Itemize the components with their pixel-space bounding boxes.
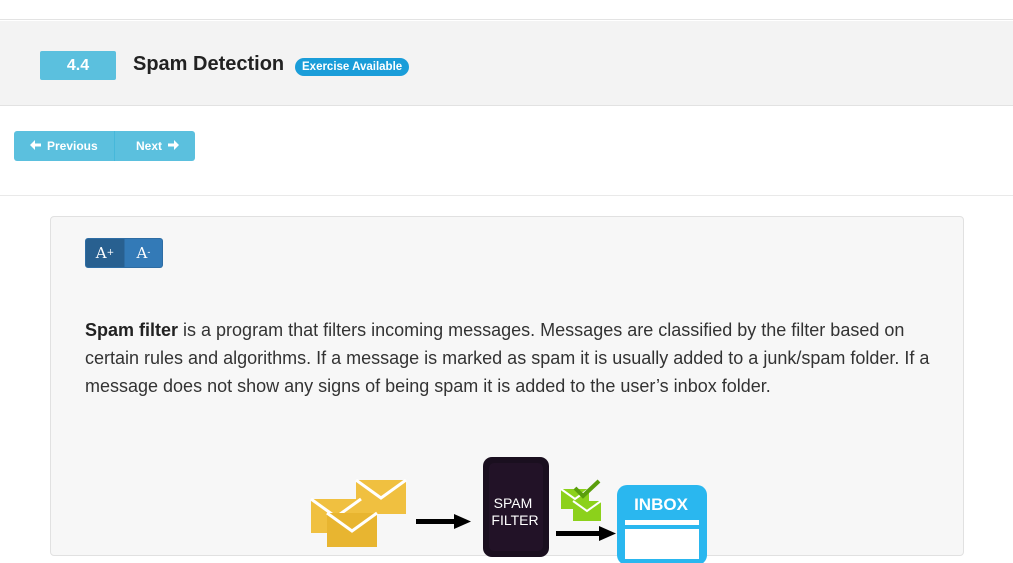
divider — [0, 195, 1013, 196]
envelope-stack-icon — [310, 478, 407, 547]
spam-filter-icon: SPAM FILTER — [483, 457, 549, 557]
inbox-icon: INBOX — [617, 485, 707, 563]
pagination-nav: Previous Next — [14, 131, 195, 161]
arrow-right-icon — [168, 131, 180, 161]
section-header: 4.4 Spam Detection Exercise Available — [0, 21, 1013, 106]
paragraph-text: is a program that filters incoming messa… — [85, 320, 930, 396]
filter-label-line1: SPAM — [494, 495, 533, 511]
section-number-badge: 4.4 — [40, 51, 116, 80]
previous-button[interactable]: Previous — [14, 131, 115, 161]
spam-filter-diagram: SPAM FILTER INBOX — [310, 457, 707, 563]
decrease-font-button[interactable]: A- — [125, 238, 163, 268]
exercise-available-badge[interactable]: Exercise Available — [295, 58, 410, 76]
content-paragraph: Spam filter is a program that filters in… — [85, 316, 935, 400]
filter-label-line2: FILTER — [491, 512, 538, 528]
previous-label: Previous — [47, 139, 98, 153]
increase-font-button[interactable]: A + — [85, 238, 125, 268]
arrow-left-icon — [30, 131, 41, 161]
arrow-right-icon — [556, 526, 616, 541]
checkmark-icon — [560, 479, 602, 521]
inbox-label: INBOX — [634, 495, 689, 514]
arrow-right-icon — [416, 514, 471, 529]
term-spam-filter: Spam filter — [85, 320, 179, 340]
next-label: Next — [136, 139, 163, 153]
increase-font-label: A — [95, 244, 107, 262]
page-title: Spam Detection — [133, 53, 285, 75]
top-bar — [0, 0, 1013, 20]
decrease-font-label: A — [136, 244, 148, 262]
content-panel: A + A- Spam filter is a program that filt… — [50, 216, 964, 563]
next-button[interactable]: Next — [115, 131, 195, 161]
font-size-controls: A + A- — [85, 238, 163, 268]
